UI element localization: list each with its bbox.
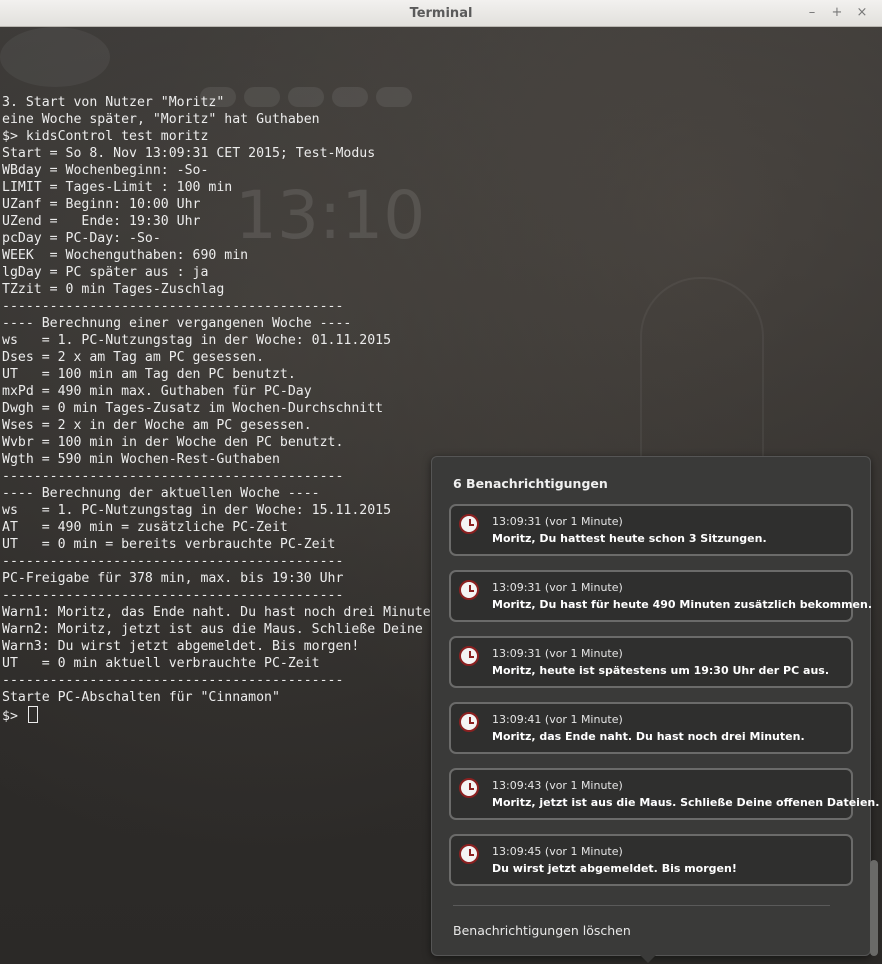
divider <box>453 905 830 906</box>
notification-item[interactable]: 13:09:45 (vor 1 Minute) Du wirst jetzt ab… <box>449 834 853 886</box>
notification-message: Moritz, das Ende naht. Du hast noch drei… <box>492 730 805 743</box>
notification-time: 13:09:45 (vor 1 Minute) <box>492 845 623 858</box>
background-arch <box>640 277 764 481</box>
terminal-line: WBday = Wochenbeginn: -So- <box>2 163 209 178</box>
notification-count-header: 6 Benachrichtigungen <box>453 476 608 491</box>
notification-time: 13:09:31 (vor 1 Minute) <box>492 647 623 660</box>
terminal-line: ws = 1. PC-Nutzungstag in der Woche: 01.… <box>2 333 392 348</box>
close-button[interactable]: × <box>853 4 871 22</box>
terminal-line: ----------------------------------------… <box>2 469 344 484</box>
notification-item[interactable]: 13:09:41 (vor 1 Minute) Moritz, das Ende … <box>449 702 853 754</box>
terminal-line: lgDay = PC später aus : ja <box>2 265 209 280</box>
notification-time: 13:09:31 (vor 1 Minute) <box>492 515 623 528</box>
terminal-line: ----------------------------------------… <box>2 588 344 603</box>
alarm-clock-icon <box>459 712 479 732</box>
title-bar[interactable]: Terminal – + × <box>0 0 882 27</box>
terminal-line: UT = 0 min = bereits verbrauchte PC-Zeit <box>2 537 336 552</box>
terminal-line: Warn3: Du wirst jetzt abgemeldet. Bis mo… <box>2 639 360 654</box>
alarm-clock-icon <box>459 778 479 798</box>
maximize-button[interactable]: + <box>828 4 846 22</box>
alarm-clock-icon <box>459 646 479 666</box>
notification-panel: 6 Benachrichtigungen Benachrichtigungen … <box>431 456 879 963</box>
terminal-line: Starte PC-Abschalten für "Cinnamon" <box>2 690 280 705</box>
notification-message: Moritz, Du hast für heute 490 Minuten zu… <box>492 598 873 611</box>
terminal-line: Warn1: Moritz, das Ende naht. Du hast no… <box>2 605 447 620</box>
terminal-line: Dses = 2 x am Tag am PC gesessen. <box>2 350 265 365</box>
terminal-line: ---- Berechnung einer vergangenen Woche … <box>2 316 352 331</box>
notification-item[interactable]: 13:09:31 (vor 1 Minute) Moritz, heute ist… <box>449 636 853 688</box>
terminal-line: ----------------------------------------… <box>2 673 344 688</box>
notification-message: Moritz, Du hattest heute schon 3 Sitzung… <box>492 532 767 545</box>
terminal-line: Wgth = 590 min Wochen-Rest-Guthaben <box>2 452 280 467</box>
terminal-line: TZzit = 0 min Tages-Zuschlag <box>2 282 225 297</box>
scrollbar[interactable] <box>870 860 878 956</box>
terminal-line: mxPd = 490 min max. Guthaben für PC-Day <box>2 384 312 399</box>
terminal-line: ws = 1. PC-Nutzungstag in der Woche: 15.… <box>2 503 392 518</box>
minimize-button[interactable]: – <box>803 4 821 22</box>
notification-item[interactable]: 13:09:31 (vor 1 Minute) Moritz, Du hattes… <box>449 504 853 556</box>
terminal-line: ----------------------------------------… <box>2 554 344 569</box>
terminal-line: 3. Start von Nutzer "Moritz" <box>2 95 225 110</box>
terminal-line: UZend = Ende: 19:30 Uhr <box>2 214 201 229</box>
notification-time: 13:09:31 (vor 1 Minute) <box>492 581 623 594</box>
terminal-line: Wvbr = 100 min in der Woche den PC benut… <box>2 435 344 450</box>
terminal-line: Dwgh = 0 min Tages-Zusatz im Wochen-Durc… <box>2 401 384 416</box>
notification-message: Du wirst jetzt abgemeldet. Bis morgen! <box>492 862 737 875</box>
terminal-line: $> <box>2 709 26 724</box>
terminal-line: LIMIT = Tages-Limit : 100 min <box>2 180 233 195</box>
terminal-window: Terminal – + × 13:10 3. Start von Nutzer… <box>0 0 882 964</box>
alarm-clock-icon <box>459 514 479 534</box>
terminal-line: WEEK = Wochenguthaben: 690 min <box>2 248 249 263</box>
notification-message: Moritz, heute ist spätestens um 19:30 Uh… <box>492 664 829 677</box>
terminal-line: PC-Freigabe für 378 min, max. bis 19:30 … <box>2 571 344 586</box>
notification-time: 13:09:41 (vor 1 Minute) <box>492 713 623 726</box>
panel-pointer <box>640 955 656 963</box>
terminal-line: Start = So 8. Nov 13:09:31 CET 2015; Tes… <box>2 146 376 161</box>
terminal-line: eine Woche später, "Moritz" hat Guthaben <box>2 112 320 127</box>
clear-notifications-button[interactable]: Benachrichtigungen löschen <box>453 923 631 938</box>
terminal-line: UT = 0 min aktuell verbrauchte PC-Zeit <box>2 656 320 671</box>
background-cloud <box>0 27 110 87</box>
alarm-clock-icon <box>459 844 479 864</box>
alarm-clock-icon <box>459 580 479 600</box>
notification-item[interactable]: 13:09:31 (vor 1 Minute) Moritz, Du hast f… <box>449 570 872 622</box>
notification-time: 13:09:43 (vor 1 Minute) <box>492 779 623 792</box>
terminal-cursor <box>27 706 38 723</box>
terminal-line: AT = 490 min = zusätzliche PC-Zeit <box>2 520 288 535</box>
terminal-line: ---- Berechnung der aktuellen Woche ---- <box>2 486 320 501</box>
terminal-line: ----------------------------------------… <box>2 299 344 314</box>
terminal-line: pcDay = PC-Day: -So- <box>2 231 161 246</box>
notification-item[interactable]: 13:09:43 (vor 1 Minute) Moritz, jetzt ist… <box>449 768 879 820</box>
window-title: Terminal <box>409 6 473 21</box>
terminal-line: UZanf = Beginn: 10:00 Uhr <box>2 197 201 212</box>
terminal-line: $> kidsControl test moritz <box>2 129 209 144</box>
terminal-line: UT = 100 min am Tag den PC benutzt. <box>2 367 296 382</box>
terminal-line: Wses = 2 x in der Woche am PC gesessen. <box>2 418 312 433</box>
notification-message: Moritz, jetzt ist aus die Maus. Schließe… <box>492 796 880 809</box>
